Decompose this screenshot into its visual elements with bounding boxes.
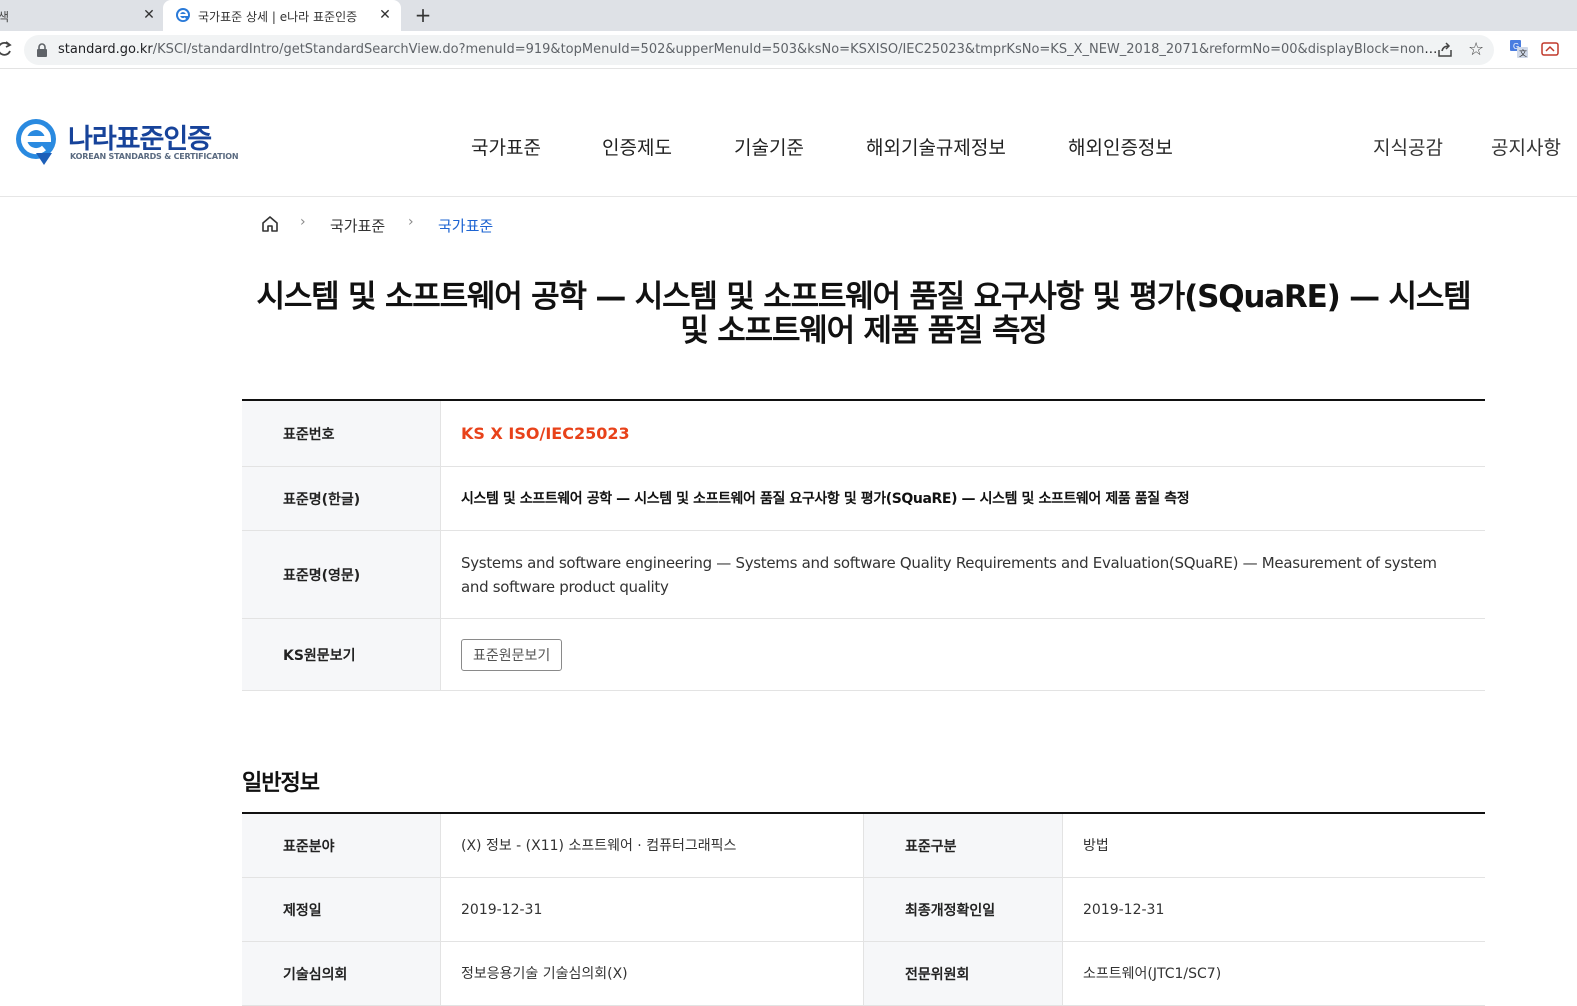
committee-value: 소프트웨어(JTC1/SC7)	[1083, 965, 1222, 982]
bookmark-star-icon[interactable]: ☆	[1468, 39, 1484, 60]
standard-no-value: KS X ISO/IEC25023	[461, 423, 630, 443]
table-row: 표준명(영문) Systems and software engineering…	[242, 531, 1485, 619]
enacted-date-value: 2019-12-31	[441, 878, 864, 941]
council-value: 정보응용기술 기술심의회(X)	[441, 942, 864, 1005]
nav-notices[interactable]: 공지사항	[1491, 133, 1561, 160]
lock-icon[interactable]	[36, 43, 48, 57]
committee-label: 전문위원회	[864, 942, 1063, 1005]
general-info-table: 표준분야 (X) 정보 - (X11) 소프트웨어 · 컴퓨터그래픽스 표준구분…	[242, 812, 1485, 1006]
last-revision-value: 2019-12-31	[1083, 901, 1165, 918]
logo-title: 나라표준인증	[68, 124, 212, 155]
svg-text:文: 文	[1519, 48, 1527, 58]
standard-no-cell: KS X ISO/IEC25023	[441, 401, 1485, 466]
share-icon[interactable]	[1436, 41, 1454, 59]
council-label: 기술심의회	[242, 942, 441, 1005]
standard-info-table: 표준번호 KS X ISO/IEC25023 표준명(한글) 시스템 및 소프트…	[242, 399, 1485, 691]
url-text[interactable]: standard.go.kr/KSCI/standardIntro/getSta…	[58, 42, 1438, 57]
ks-view-cell: 표준원문보기	[441, 619, 1485, 690]
site-header: 나라표준인증 KOREAN STANDARDS & CERTIFICATION …	[0, 70, 1577, 197]
extension-icon[interactable]	[1541, 40, 1559, 58]
e-logo-icon	[16, 119, 56, 165]
ks-view-label: KS원문보기	[242, 619, 441, 690]
browser-tab-active[interactable]: 국가표준 상세 | e나라 표준인증 ✕	[163, 0, 401, 31]
general-info-title: 일반정보	[242, 771, 320, 796]
table-row: 표준분야 (X) 정보 - (X11) 소프트웨어 · 컴퓨터그래픽스 표준구분…	[242, 814, 1485, 878]
name-ko-label: 표준명(한글)	[242, 467, 441, 530]
table-row: KS원문보기 표준원문보기	[242, 619, 1485, 691]
e-nara-favicon-icon	[176, 8, 190, 22]
browser-tab-previous[interactable]: 색 ✕	[0, 0, 160, 31]
field-value: (X) 정보 - (X11) 소프트웨어 · 컴퓨터그래픽스	[441, 814, 864, 877]
new-tab-icon[interactable]: +	[412, 3, 434, 27]
enacted-date-label: 제정일	[242, 878, 441, 941]
home-icon[interactable]	[260, 214, 280, 234]
site-logo[interactable]: 나라표준인증 KOREAN STANDARDS & CERTIFICATION	[14, 115, 239, 171]
nav-foreign-certification[interactable]: 해외인증정보	[1068, 133, 1173, 160]
tab-title: 국가표준 상세 | e나라 표준인증	[198, 10, 358, 24]
close-icon[interactable]: ✕	[141, 6, 157, 24]
field-label: 표준분야	[242, 814, 441, 877]
breadcrumb-current[interactable]: 국가표준	[438, 215, 493, 236]
standard-no-label: 표준번호	[242, 401, 441, 466]
reload-icon[interactable]	[0, 40, 12, 58]
browser-tabstrip: 색 ✕ 국가표준 상세 | e나라 표준인증 ✕ +	[0, 0, 1577, 31]
category-label: 표준구분	[864, 814, 1063, 877]
chevron-right-icon: ›	[300, 214, 306, 230]
name-en-cell: Systems and software engineering — Syste…	[441, 531, 1485, 618]
url-host: standard.go.kr	[58, 42, 153, 57]
breadcrumb-item[interactable]: 국가표준	[330, 215, 385, 236]
nav-foreign-regulations[interactable]: 해외기술규제정보	[866, 133, 1006, 160]
view-original-button[interactable]: 표준원문보기	[461, 638, 563, 671]
table-row: 표준명(한글) 시스템 및 소프트웨어 공학 — 시스템 및 소프트웨어 품질 …	[242, 467, 1485, 531]
name-en-label: 표준명(영문)	[242, 531, 441, 618]
tab-title: 색	[0, 10, 10, 24]
page-title: 시스템 및 소프트웨어 공학 — 시스템 및 소프트웨어 품질 요구사항 및 평…	[256, 279, 1472, 349]
name-en-value: Systems and software engineering — Syste…	[461, 553, 1437, 596]
name-ko-cell: 시스템 및 소프트웨어 공학 — 시스템 및 소프트웨어 품질 요구사항 및 평…	[441, 467, 1485, 530]
table-row: 기술심의회 정보응용기술 기술심의회(X) 전문위원회 소프트웨어(JTC1/S…	[242, 942, 1485, 1006]
address-bar[interactable]: standard.go.kr/KSCI/standardIntro/getSta…	[24, 35, 1494, 65]
table-row: 표준번호 KS X ISO/IEC25023	[242, 401, 1485, 467]
close-icon[interactable]: ✕	[377, 6, 393, 24]
chevron-right-icon: ›	[408, 214, 414, 230]
translate-icon[interactable]: G 文	[1510, 40, 1528, 58]
name-ko-value: 시스템 및 소프트웨어 공학 — 시스템 및 소프트웨어 품질 요구사항 및 평…	[461, 490, 1190, 507]
nav-knowledge[interactable]: 지식공감	[1373, 133, 1443, 160]
breadcrumb: › 국가표준 › 국가표준	[260, 214, 560, 236]
category-value: 방법	[1083, 837, 1109, 854]
table-row: 제정일 2019-12-31 최종개정확인일 2019-12-31	[242, 878, 1485, 942]
nav-national-standards[interactable]: 국가표준	[471, 133, 541, 160]
logo-subtitle: KOREAN STANDARDS & CERTIFICATION	[70, 152, 239, 161]
browser-toolbar: standard.go.kr/KSCI/standardIntro/getSta…	[0, 31, 1577, 69]
url-path: /KSCI/standardIntro/getStandardSearchVie…	[152, 42, 1438, 57]
nav-certification[interactable]: 인증제도	[602, 133, 672, 160]
nav-technical-regulations[interactable]: 기술기준	[734, 133, 804, 160]
last-revision-label: 최종개정확인일	[864, 878, 1063, 941]
